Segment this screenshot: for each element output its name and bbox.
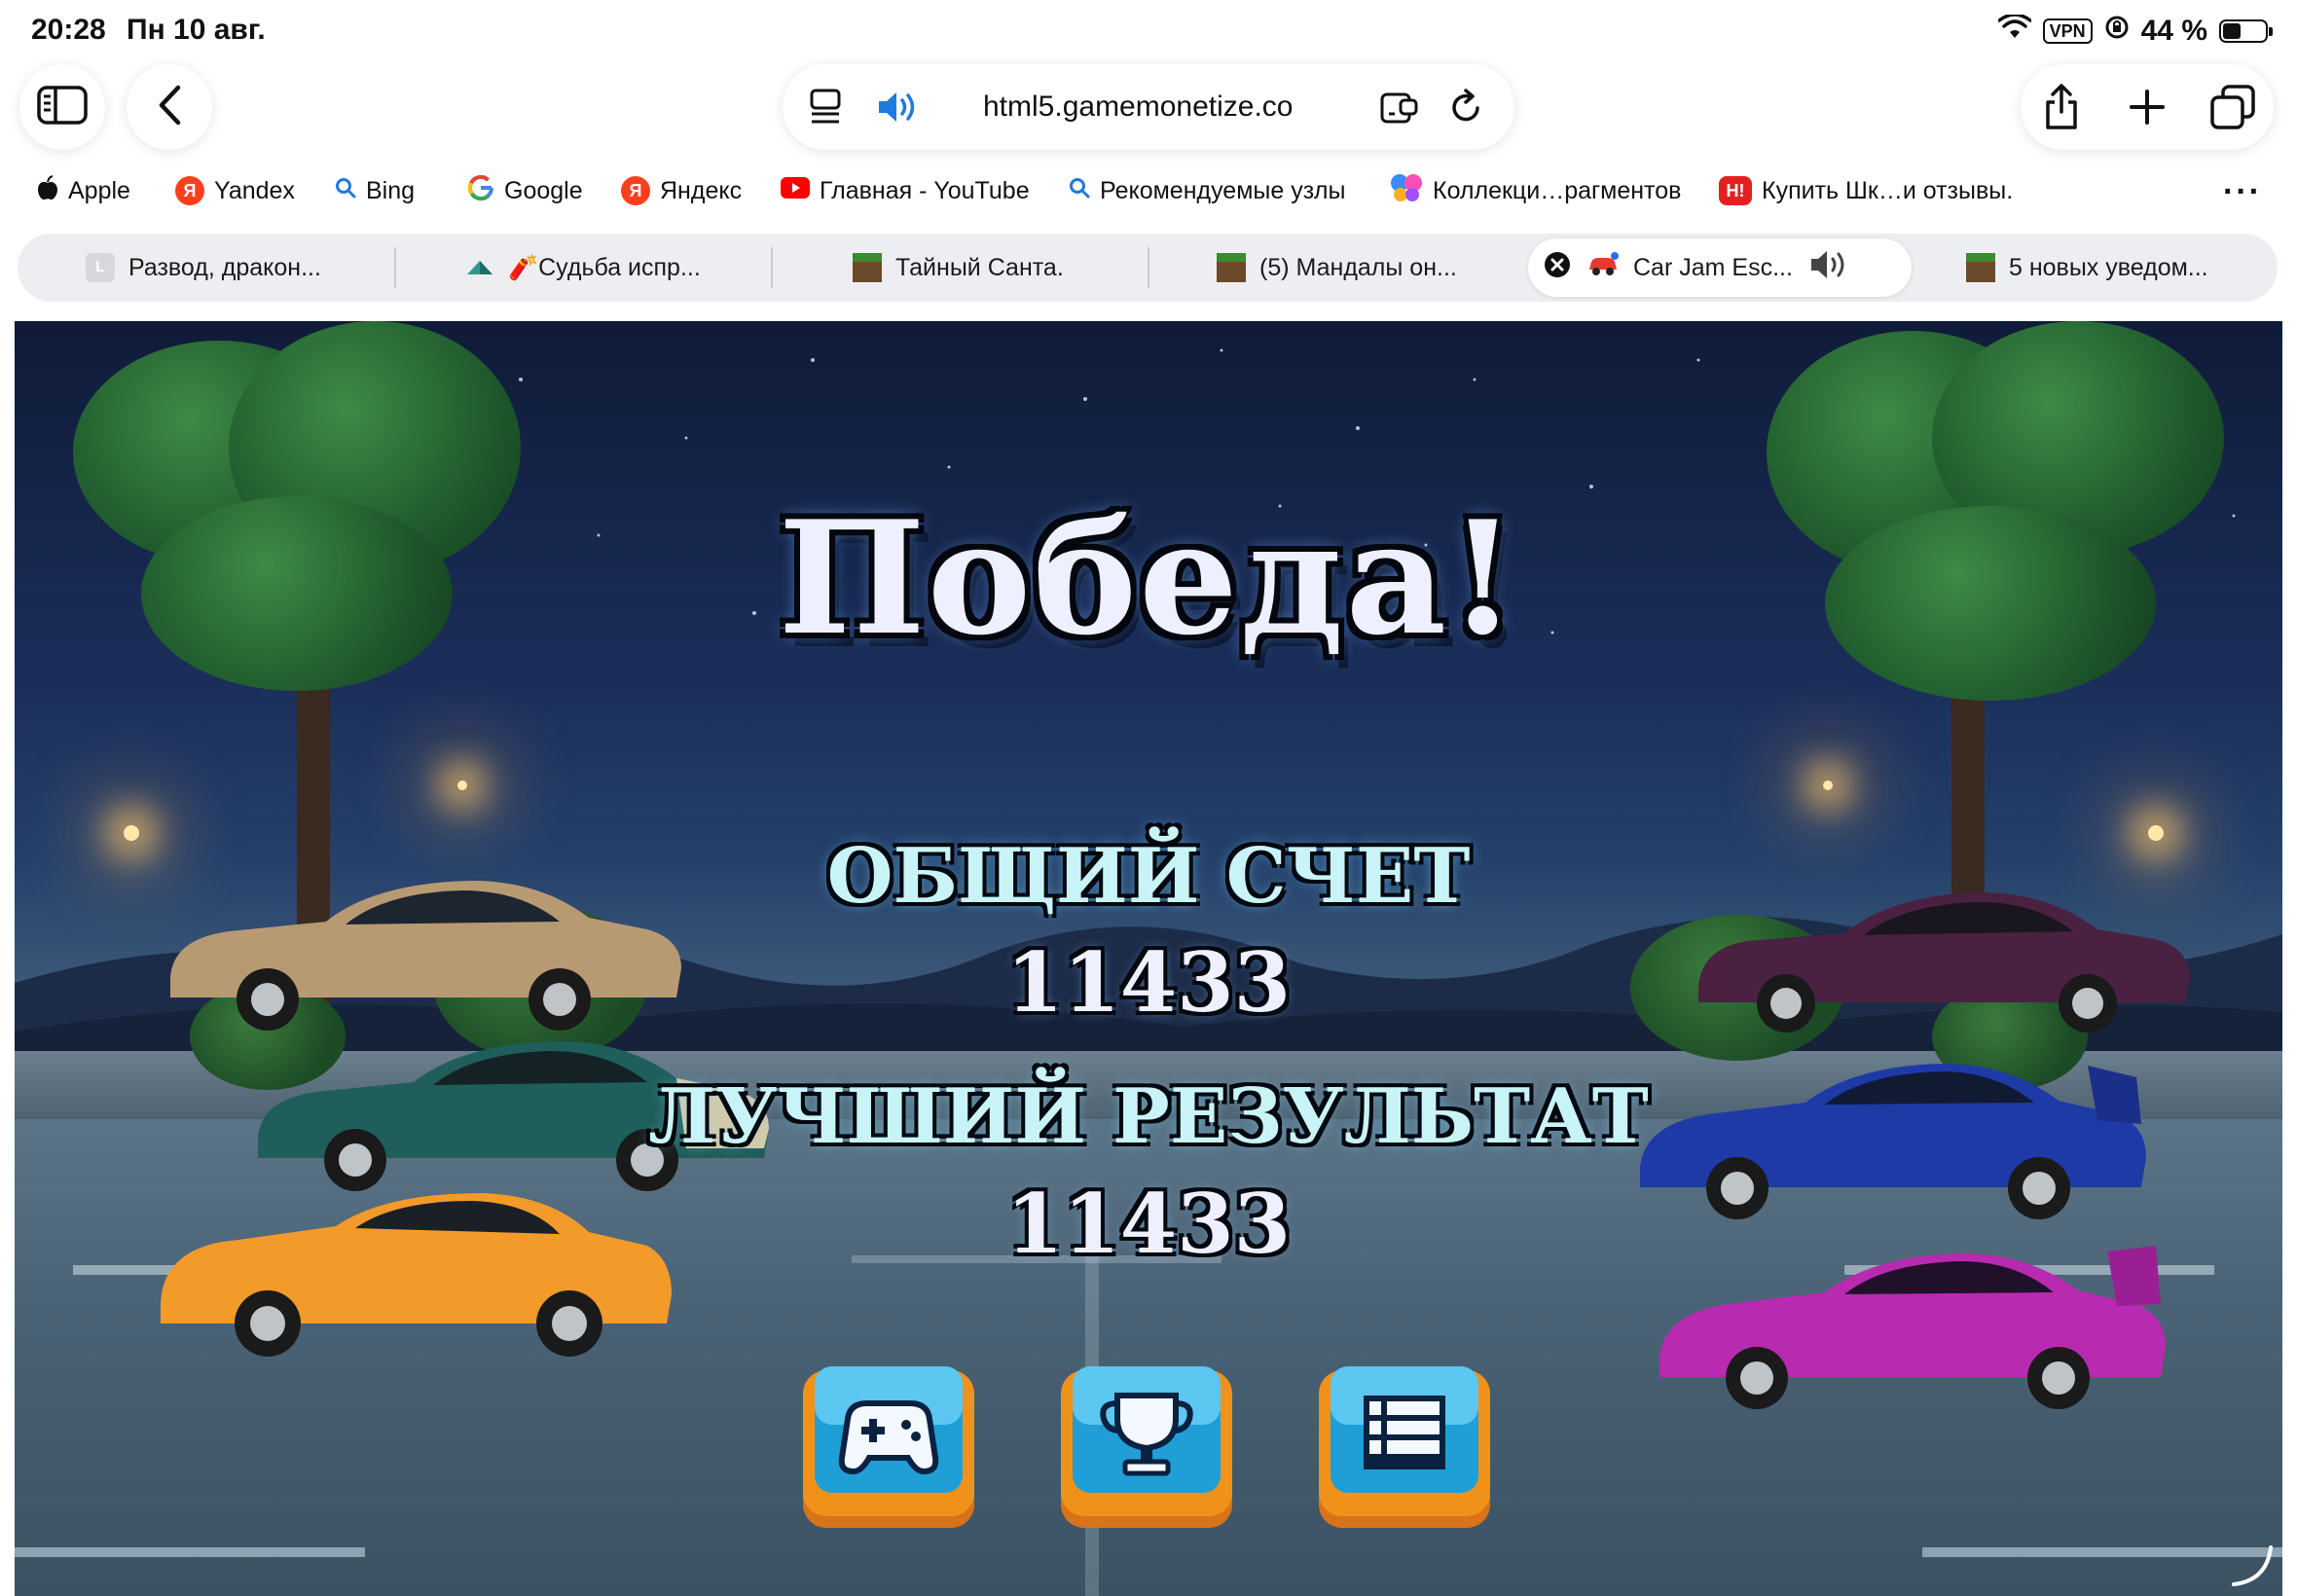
- tab-item[interactable]: Тайный Санта.: [853, 234, 1064, 302]
- tabs-icon[interactable]: [2209, 84, 2256, 130]
- tab-label: 🧨Судьба испр...: [508, 253, 701, 281]
- tab-divider: [771, 247, 773, 288]
- street-lamp: [1823, 780, 1833, 790]
- menu-list-icon: [1364, 1396, 1445, 1469]
- bookmark-google[interactable]: Google: [467, 165, 583, 216]
- bookmark-label: Главная - YouTube: [820, 176, 1030, 204]
- tab-item[interactable]: 5 новых уведом...: [1966, 234, 2208, 302]
- battery-level: [2223, 23, 2242, 39]
- vpn-badge: VPN: [2042, 18, 2093, 44]
- grass-block-icon: [1217, 253, 1246, 282]
- bookmark-label: Купить Шк…и отзывы.: [1762, 176, 2014, 204]
- bookmark-youtube[interactable]: Главная - YouTube: [781, 165, 1030, 216]
- bookmark-label: Apple: [68, 176, 130, 204]
- bookmark-apple[interactable]: Apple: [37, 165, 130, 216]
- victory-title: Победа!: [778, 487, 1519, 670]
- sidebar-icon: [37, 85, 88, 129]
- car-magenta: [1659, 1246, 2166, 1409]
- status-time: 20:28: [31, 14, 106, 46]
- bookmark-label: Коллекци…рагментов: [1433, 176, 1682, 204]
- tab-bar: L Развод, дракон... 🧨Судьба испр... Тайн…: [18, 234, 2278, 302]
- plus-icon[interactable]: [2124, 84, 2170, 130]
- tab-item[interactable]: L Развод, дракон...: [86, 234, 321, 302]
- address-bar[interactable]: html5.gamemonetize.co: [783, 64, 1514, 150]
- total-score-label: ОБЩИЙ СЧЕТ: [826, 832, 1471, 921]
- bookmark-recommended[interactable]: Рекомендуемые узлы: [1069, 165, 1345, 216]
- search-icon: [1069, 177, 1090, 205]
- speaker-icon[interactable]: [876, 86, 919, 128]
- yandex-icon: Я: [621, 176, 650, 205]
- bookmarks-bar: Apple Я Yandex Bing Google Я Яндекс Глав…: [0, 165, 2297, 216]
- bookmark-label: Google: [504, 176, 583, 204]
- browser-toolbar: html5.gamemonetize.co: [0, 58, 2297, 156]
- url-text[interactable]: html5.gamemonetize.co: [983, 64, 1294, 150]
- tab-divider: [394, 247, 396, 288]
- apple-icon: [37, 174, 58, 207]
- tab-item[interactable]: 🧨Судьба испр...: [465, 234, 701, 302]
- best-result-value: 11433: [1005, 1176, 1292, 1272]
- tab-divider: [1148, 247, 1149, 288]
- tab-favicon: L: [86, 253, 115, 282]
- status-indicators: VPN 44 %: [1996, 12, 2273, 51]
- bookmark-yandex-ru[interactable]: Я Яндекс: [621, 165, 742, 216]
- rotation-lock-icon: [2104, 15, 2130, 48]
- bookmark-shop[interactable]: H! Купить Шк…и отзывы.: [1719, 165, 2013, 216]
- best-result-label: ЛУЧШИЙ РЕЗУЛЬТАТ: [648, 1072, 1649, 1161]
- play-again-button[interactable]: [799, 1360, 978, 1532]
- tab-label: Развод, дракон...: [128, 253, 321, 281]
- wifi-icon: [1996, 13, 2032, 48]
- status-date: Пн 10 авг.: [127, 14, 266, 46]
- bookmark-label: Bing: [366, 176, 416, 204]
- google-icon: [467, 174, 494, 208]
- more-icon[interactable]: ···: [2223, 173, 2262, 211]
- tab-label: 5 новых уведом...: [2009, 253, 2208, 281]
- bookmark-bing[interactable]: Bing: [335, 165, 415, 216]
- reload-icon[interactable]: [1444, 86, 1487, 128]
- street-lamp: [457, 780, 467, 790]
- grass-block-icon: [1966, 253, 1995, 282]
- lane-marking: [15, 1547, 365, 1557]
- resize-corner-icon: [2232, 1545, 2273, 1586]
- total-score-value: 11433: [1005, 934, 1292, 1031]
- speaker-muted-icon[interactable]: [1808, 248, 1849, 288]
- tab-label: Тайный Санта.: [895, 253, 1064, 281]
- back-icon: [155, 84, 184, 131]
- bookmark-yandex[interactable]: Я Yandex: [175, 165, 295, 216]
- pyramid-icon: [465, 253, 494, 282]
- game-canvas[interactable]: Победа! ОБЩИЙ СЧЕТ 11433 ЛУЧШИЙ РЕЗУЛЬТА…: [15, 321, 2282, 1596]
- reader-icon[interactable]: [804, 86, 847, 128]
- tab-label: (5) Мандалы он...: [1259, 253, 1457, 281]
- status-bar: 20:28 Пн 10 авг. VPN 44 %: [0, 0, 2297, 58]
- battery-icon: [2219, 19, 2273, 43]
- bookmark-collections[interactable]: Коллекци…рагментов: [1390, 165, 1681, 216]
- sidebar-button[interactable]: [19, 64, 105, 150]
- close-tab-icon[interactable]: [1544, 251, 1571, 285]
- bookmark-label: Рекомендуемые узлы: [1100, 176, 1346, 204]
- extension-icon[interactable]: [1378, 86, 1421, 128]
- store-icon: H!: [1719, 176, 1752, 205]
- battery-percent: 44 %: [2140, 15, 2207, 47]
- butterfly-icon: [1390, 173, 1423, 209]
- tab-label: Car Jam Esc...: [1633, 253, 1793, 281]
- tab-item[interactable]: (5) Мандалы он...: [1217, 234, 1457, 302]
- leaderboard-button[interactable]: [1057, 1360, 1236, 1532]
- share-icon[interactable]: [2038, 84, 2085, 130]
- tab-item-active[interactable]: Car Jam Esc...: [1528, 238, 1912, 297]
- search-icon: [335, 177, 356, 205]
- tab-actions: [2021, 64, 2274, 150]
- bookmark-label: Яндекс: [660, 176, 743, 204]
- bookmark-label: Yandex: [214, 176, 295, 204]
- back-button[interactable]: [127, 64, 212, 150]
- yandex-icon: Я: [175, 176, 204, 205]
- grass-block-icon: [853, 253, 882, 282]
- menu-button[interactable]: [1315, 1360, 1494, 1532]
- youtube-icon: [781, 176, 810, 205]
- car-icon: [1586, 251, 1620, 284]
